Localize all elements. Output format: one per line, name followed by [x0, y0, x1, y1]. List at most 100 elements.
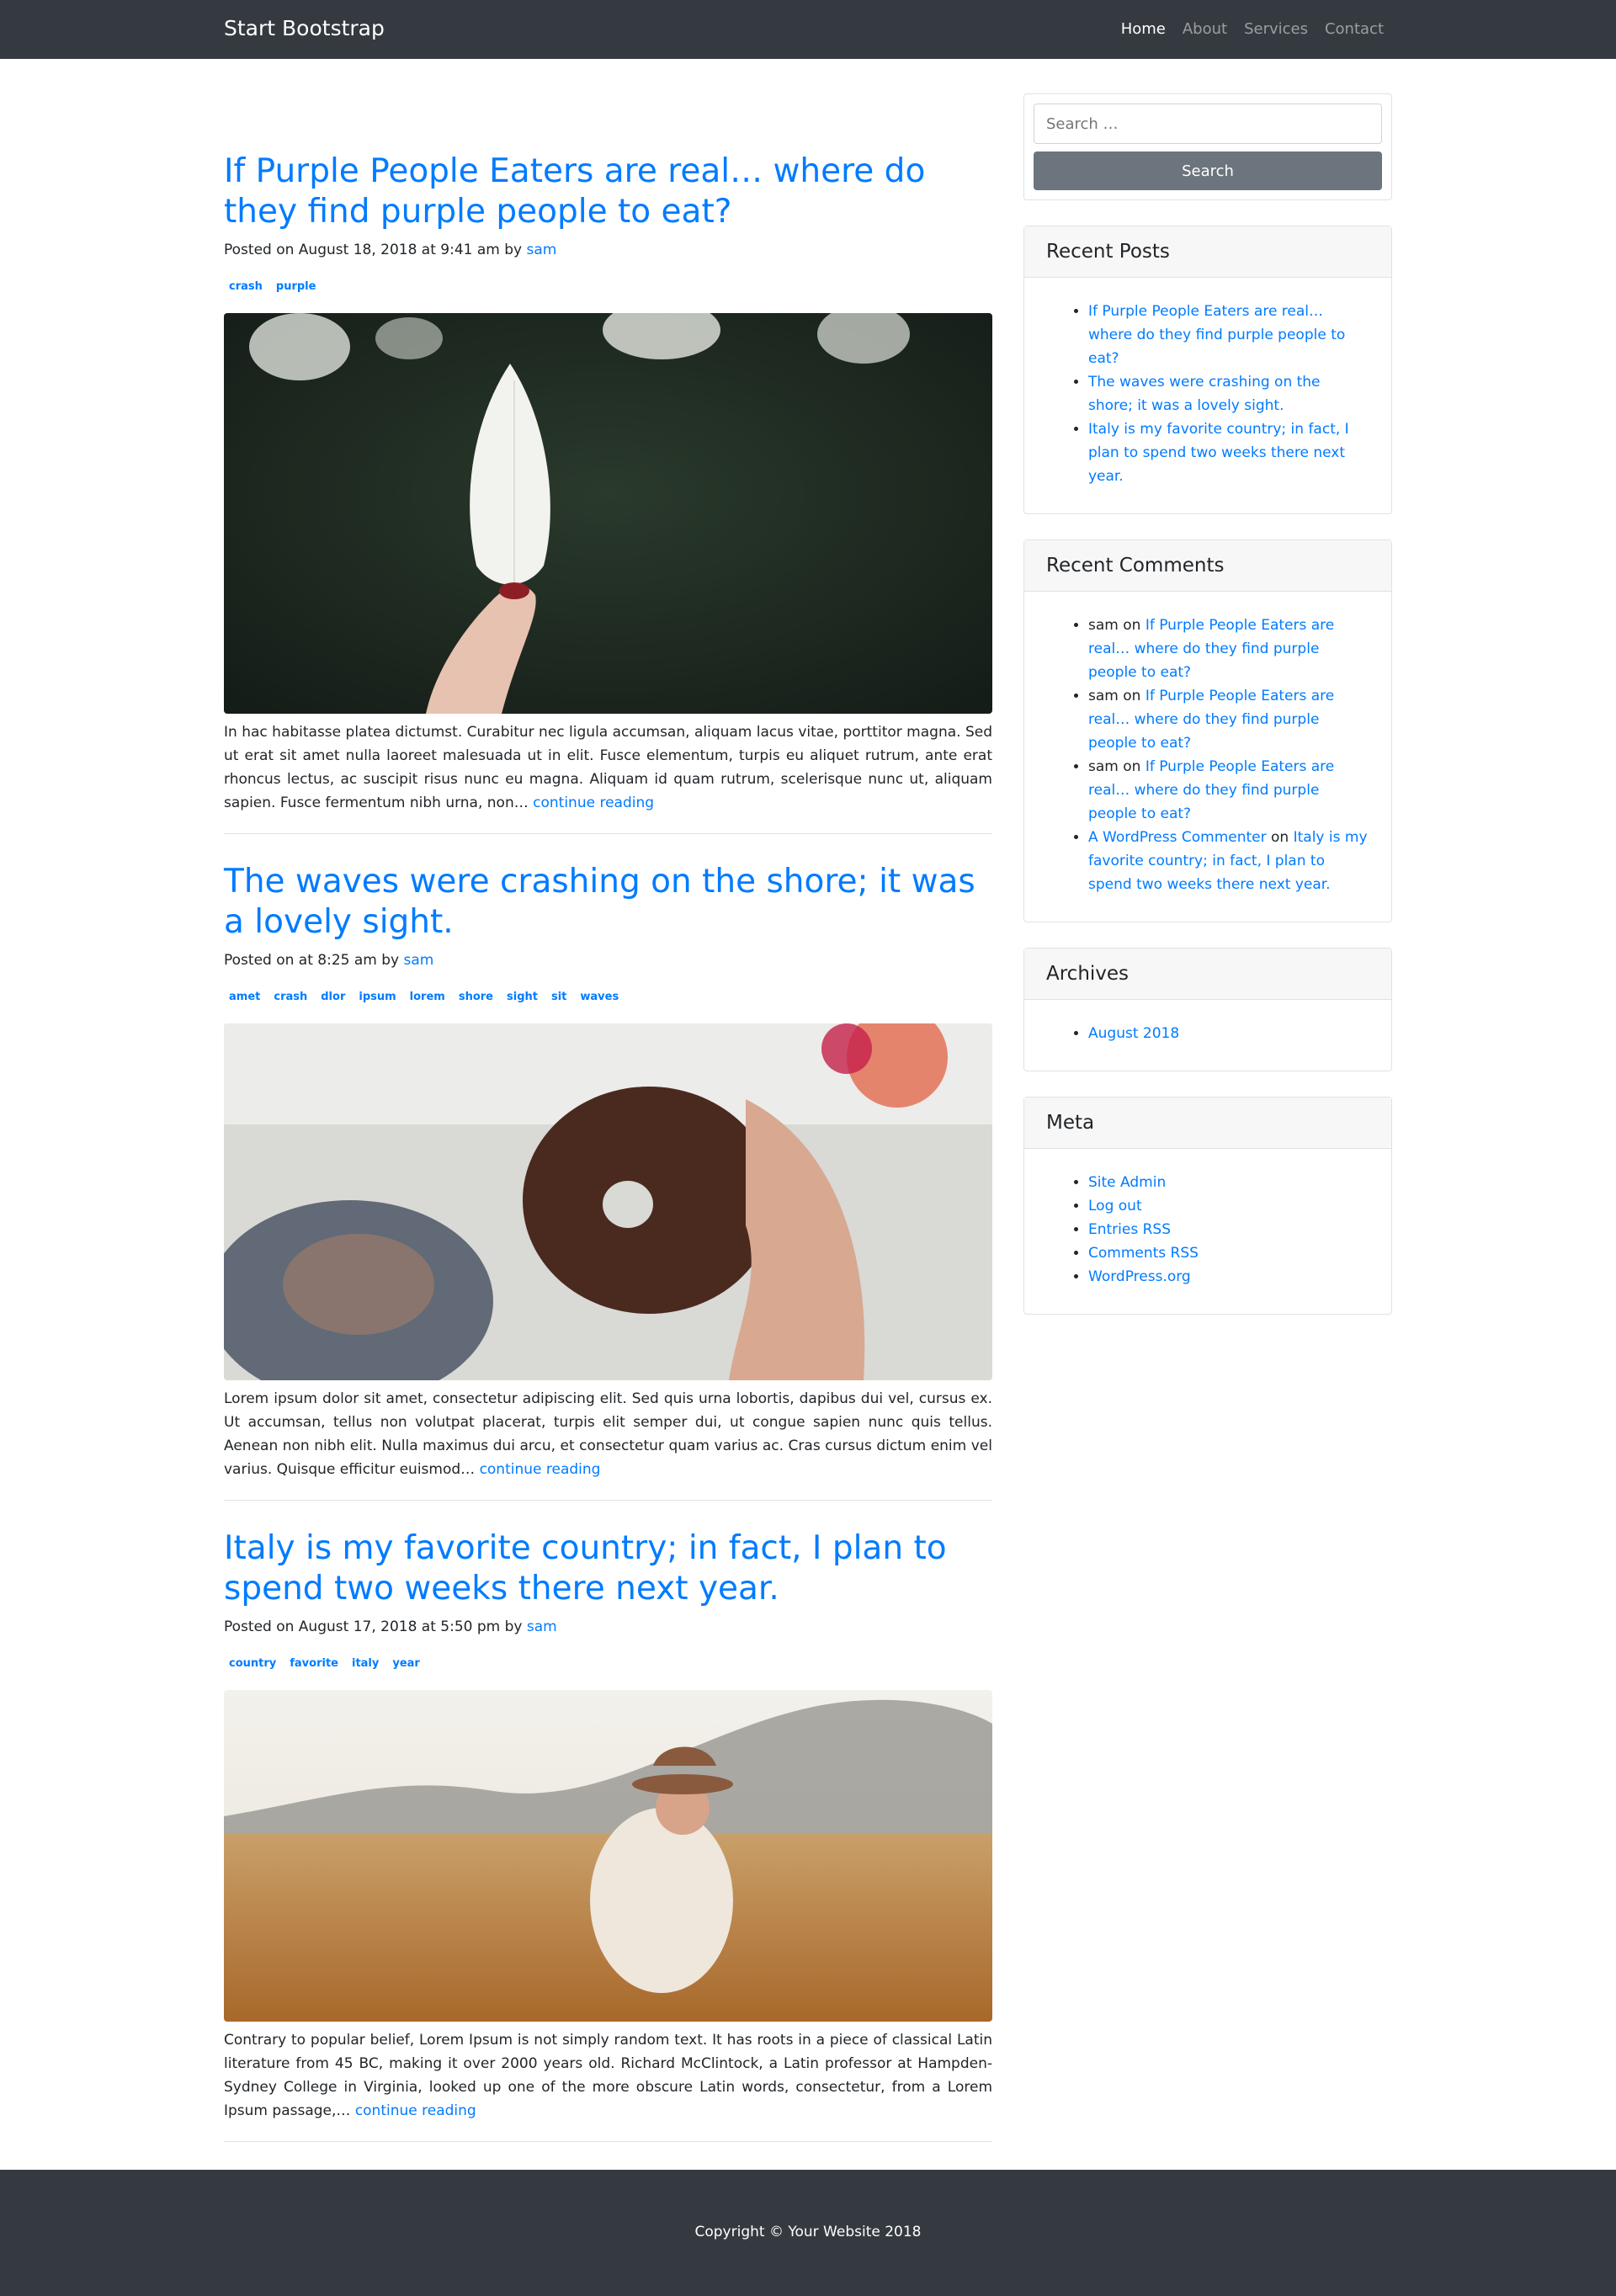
search-button[interactable]: Search — [1034, 151, 1382, 190]
brand-logo-link[interactable]: Start Bootstrap — [224, 15, 385, 42]
post-title-link[interactable]: If Purple People Eaters are real… where … — [224, 151, 992, 232]
meta-body: Site Admin Log out Entries RSS Comments … — [1024, 1149, 1391, 1314]
continue-reading-link[interactable]: continue reading — [355, 2102, 476, 2119]
archive-link[interactable]: August 2018 — [1088, 1025, 1179, 1042]
tag-link[interactable]: ipsum — [354, 986, 401, 1007]
list-item: Italy is my favorite country; in fact, I… — [1088, 417, 1368, 488]
list-item: sam on If Purple People Eaters are real…… — [1088, 614, 1368, 684]
footer: Copyright © Your Website 2018 — [0, 2170, 1616, 2296]
recent-post-link[interactable]: The waves were crashing on the shore; it… — [1088, 374, 1321, 414]
post-meta: Posted on August 18, 2018 at 9:41 am by … — [224, 240, 992, 262]
meta-link-entries-rss[interactable]: Entries RSS — [1088, 1221, 1171, 1238]
recent-comments-body: sam on If Purple People Eaters are real…… — [1024, 592, 1391, 922]
post-excerpt: Contrary to popular belief, Lorem Ipsum … — [224, 2028, 992, 2123]
post-tags: amet crash dlor ipsum lorem shore sight … — [224, 986, 992, 1007]
archives-list: August 2018 — [1066, 1022, 1368, 1045]
comment-on-text: on — [1118, 688, 1146, 704]
meta-link-wordpress[interactable]: WordPress.org — [1088, 1268, 1191, 1285]
search-input[interactable] — [1034, 104, 1382, 144]
recent-post-link[interactable]: Italy is my favorite country; in fact, I… — [1088, 421, 1349, 485]
comment-author: sam — [1088, 617, 1119, 634]
post-author-link[interactable]: sam — [527, 242, 557, 258]
tag-link[interactable]: purple — [270, 276, 322, 296]
post-meta: Posted on August 17, 2018 at 5:50 pm by … — [224, 1617, 992, 1639]
list-item: Entries RSS — [1088, 1218, 1368, 1241]
tag-link[interactable]: favorite — [284, 1653, 343, 1673]
post-image-donut[interactable] — [224, 1023, 992, 1380]
archives-widget: Archives August 2018 — [1023, 948, 1392, 1071]
post-author-link[interactable]: sam — [404, 952, 434, 969]
continue-reading-link[interactable]: continue reading — [480, 1461, 601, 1478]
tag-link[interactable]: italy — [346, 1653, 385, 1673]
list-item: August 2018 — [1088, 1022, 1368, 1045]
list-item: Site Admin — [1088, 1171, 1368, 1194]
tag-link[interactable]: amet — [224, 986, 266, 1007]
post-article: Italy is my favorite country; in fact, I… — [224, 1528, 992, 2142]
post-title-link[interactable]: The waves were crashing on the shore; it… — [224, 862, 992, 943]
recent-comments-list: sam on If Purple People Eaters are real…… — [1066, 614, 1368, 896]
recent-comments-widget: Recent Comments sam on If Purple People … — [1023, 539, 1392, 922]
post-excerpt: In hac habitasse platea dictumst. Curabi… — [224, 720, 992, 815]
list-item: sam on If Purple People Eaters are real…… — [1088, 684, 1368, 755]
list-item: If Purple People Eaters are real… where … — [1088, 300, 1368, 370]
tag-link[interactable]: lorem — [404, 986, 450, 1007]
comment-author-link[interactable]: A WordPress Commenter — [1088, 829, 1267, 846]
archives-body: August 2018 — [1024, 1000, 1391, 1071]
post-tags: country favorite italy year — [224, 1653, 992, 1673]
post-meta-text: Posted on August 17, 2018 at 5:50 pm by — [224, 1618, 527, 1635]
tag-link[interactable]: dlor — [316, 986, 351, 1007]
tag-link[interactable]: waves — [575, 986, 625, 1007]
continue-reading-link[interactable]: continue reading — [533, 795, 654, 811]
nav-link-contact[interactable]: Contact — [1325, 19, 1384, 40]
sidebar: Search Recent Posts If Purple People Eat… — [1023, 93, 1392, 2170]
post-article: The waves were crashing on the shore; it… — [224, 862, 992, 1501]
post-excerpt-text: Lorem ipsum dolor sit amet, consectetur … — [224, 1390, 992, 1478]
tag-link[interactable]: sight — [502, 986, 543, 1007]
recent-posts-list: If Purple People Eaters are real… where … — [1066, 300, 1368, 488]
main-column: If Purple People Eaters are real… where … — [224, 93, 992, 2170]
list-item: WordPress.org — [1088, 1265, 1368, 1289]
nav-link-services[interactable]: Services — [1244, 19, 1308, 40]
list-item: sam on If Purple People Eaters are real…… — [1088, 755, 1368, 826]
post-article: If Purple People Eaters are real… where … — [224, 151, 992, 834]
meta-link-comments-rss[interactable]: Comments RSS — [1088, 1245, 1199, 1262]
archives-title: Archives — [1024, 949, 1391, 1000]
post-tags: crash purple — [224, 276, 992, 296]
tag-link[interactable]: crash — [224, 276, 268, 296]
comment-author: sam — [1088, 688, 1119, 704]
post-title-link[interactable]: Italy is my favorite country; in fact, I… — [224, 1528, 992, 1609]
post-meta-text: Posted on at 8:25 am by — [224, 952, 404, 969]
comment-on-text: on — [1118, 758, 1146, 775]
tag-link[interactable]: sit — [545, 986, 572, 1007]
list-item: The waves were crashing on the shore; it… — [1088, 370, 1368, 417]
list-item: A WordPress Commenter on Italy is my fav… — [1088, 826, 1368, 896]
post-author-link[interactable]: sam — [527, 1618, 557, 1635]
tag-link[interactable]: year — [387, 1653, 425, 1673]
comment-author: sam — [1088, 758, 1119, 775]
meta-title: Meta — [1024, 1098, 1391, 1149]
recent-posts-title: Recent Posts — [1024, 226, 1391, 278]
recent-posts-body: If Purple People Eaters are real… where … — [1024, 278, 1391, 513]
tag-link[interactable]: shore — [453, 986, 498, 1007]
post-meta: Posted on at 8:25 am by sam — [224, 950, 992, 972]
comment-on-text: on — [1266, 829, 1294, 846]
meta-link-log-out[interactable]: Log out — [1088, 1198, 1142, 1214]
recent-posts-widget: Recent Posts If Purple People Eaters are… — [1023, 226, 1392, 514]
list-item: Comments RSS — [1088, 1241, 1368, 1265]
meta-widget: Meta Site Admin Log out Entries RSS Comm… — [1023, 1097, 1392, 1315]
post-excerpt: Lorem ipsum dolor sit amet, consectetur … — [224, 1387, 992, 1481]
post-image-feather[interactable] — [224, 313, 992, 714]
recent-comments-title: Recent Comments — [1024, 540, 1391, 592]
nav-link-home[interactable]: Home — [1121, 19, 1166, 40]
meta-link-site-admin[interactable]: Site Admin — [1088, 1174, 1166, 1191]
page-container: If Purple People Eaters are real… where … — [224, 59, 1392, 2170]
tag-link[interactable]: country — [224, 1653, 282, 1673]
nav-link-about[interactable]: About — [1183, 19, 1227, 40]
footer-copyright: Copyright © Your Website 2018 — [694, 2224, 922, 2241]
tag-link[interactable]: crash — [268, 986, 313, 1007]
post-meta-text: Posted on August 18, 2018 at 9:41 am by — [224, 242, 527, 258]
search-widget: Search — [1023, 93, 1392, 200]
recent-post-link[interactable]: If Purple People Eaters are real… where … — [1088, 303, 1345, 367]
post-image-field[interactable] — [224, 1690, 992, 2022]
post-excerpt-text: Contrary to popular belief, Lorem Ipsum … — [224, 2032, 992, 2119]
